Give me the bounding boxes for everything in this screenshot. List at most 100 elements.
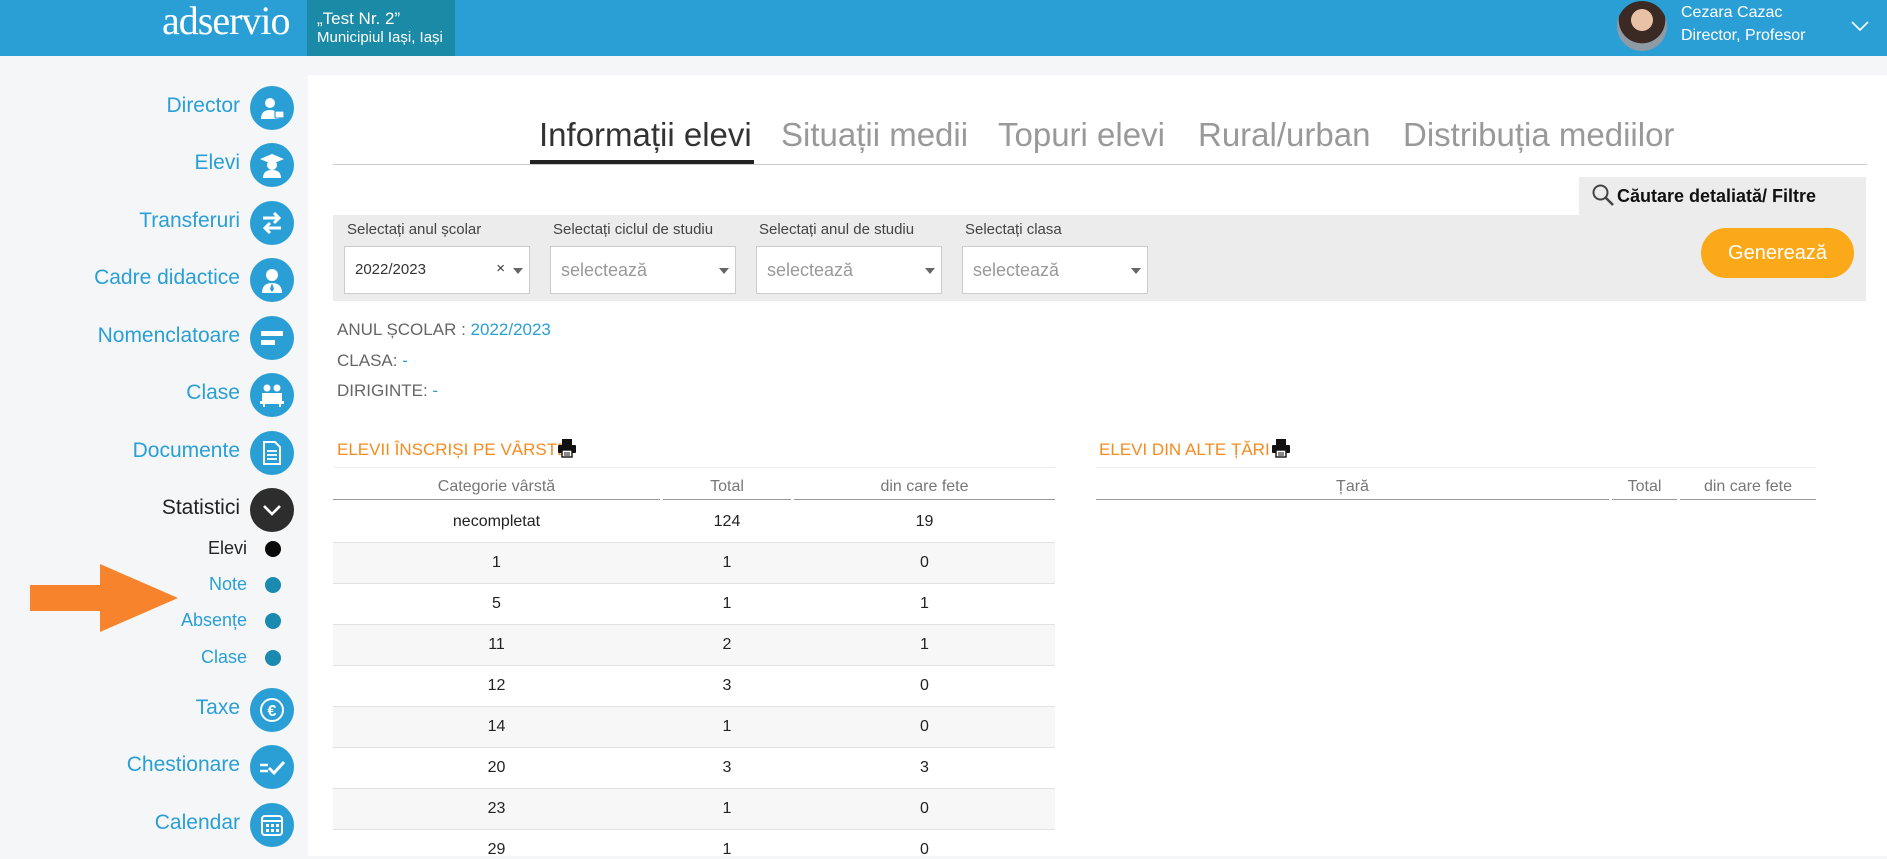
table-row: necompletat 124 19 bbox=[333, 502, 1055, 543]
avatar[interactable] bbox=[1617, 1, 1667, 51]
class-label: Selectați clasa bbox=[965, 221, 1062, 238]
sidebar-subitem-label: Elevi bbox=[207, 538, 247, 558]
sidebar-item-calendar[interactable]: Calendar bbox=[0, 801, 295, 849]
arrow-icon bbox=[30, 564, 178, 632]
cell-age: 1 bbox=[492, 554, 501, 571]
user-name[interactable]: Cezara Cazac bbox=[1681, 4, 1782, 22]
sidebar-item-label: Calendar bbox=[154, 811, 240, 834]
classroom-icon bbox=[250, 373, 294, 417]
sidebar-item-elevi[interactable]: Elevi bbox=[0, 141, 295, 189]
cell-girls: 0 bbox=[920, 841, 929, 858]
tab-situatii-medii[interactable]: Situații medii bbox=[781, 116, 968, 154]
graduate-icon bbox=[250, 143, 294, 187]
cell-total: 1 bbox=[722, 800, 732, 817]
study-cycle-placeholder: selectează bbox=[561, 260, 648, 280]
printer-icon[interactable] bbox=[557, 438, 577, 463]
caret-down-icon[interactable] bbox=[719, 268, 729, 274]
tab-informatii-elevi[interactable]: Informații elevi bbox=[539, 116, 752, 154]
cell-age: 12 bbox=[487, 677, 506, 694]
cell-age: 11 bbox=[488, 636, 505, 653]
calendar-icon bbox=[250, 803, 294, 847]
sidebar-subitem-elevi[interactable]: Elevi bbox=[0, 533, 295, 563]
col-header-girls: din care fete bbox=[1703, 478, 1793, 495]
caret-down-icon[interactable] bbox=[925, 268, 935, 274]
tab-distributia-mediilor[interactable]: Distribuția mediilor bbox=[1403, 116, 1674, 154]
info-class: CLASA: - bbox=[337, 351, 408, 371]
transfer-icon bbox=[250, 201, 294, 245]
foreign-table-title: ELEVI DIN ALTE ȚĂRI bbox=[1099, 440, 1270, 459]
cell-total: 1 bbox=[722, 554, 732, 571]
sidebar-item-director[interactable]: Director bbox=[0, 84, 295, 132]
printer-icon[interactable] bbox=[1271, 438, 1291, 463]
director-icon bbox=[250, 86, 294, 130]
table-row: 20 3 3 bbox=[333, 748, 1055, 789]
chevron-down-icon bbox=[250, 488, 294, 532]
sidebar-subitem-label: Note bbox=[208, 574, 247, 594]
cell-total: 3 bbox=[722, 759, 732, 776]
sidebar-subitem-clase[interactable]: Clase bbox=[0, 642, 295, 672]
study-year-select[interactable]: selectează bbox=[756, 246, 942, 294]
top-bar: adservio „Test Nr. 2” Municipiul Iași, I… bbox=[0, 0, 1887, 56]
document-icon bbox=[250, 431, 294, 475]
divider bbox=[333, 467, 1055, 468]
school-selector[interactable]: „Test Nr. 2” Municipiul Iași, Iași bbox=[307, 0, 455, 56]
user-role: Director, Profesor bbox=[1681, 27, 1806, 44]
sidebar-item-label: Director bbox=[166, 94, 240, 117]
sidebar-item-nomenclatoare[interactable]: Nomenclatoare bbox=[0, 314, 295, 362]
bullet-icon bbox=[265, 577, 281, 593]
sidebar-item-taxe[interactable]: Taxe € bbox=[0, 686, 295, 734]
class-select[interactable]: selectează bbox=[962, 246, 1148, 294]
clear-icon[interactable]: × bbox=[496, 260, 505, 277]
sidebar-item-label: Cadre didactice bbox=[94, 266, 240, 289]
sidebar-item-cadre-didactice[interactable]: Cadre didactice bbox=[0, 256, 295, 304]
tab-topuri-elevi[interactable]: Topuri elevi bbox=[998, 116, 1165, 154]
school-year-value: 2022/2023 bbox=[355, 261, 426, 278]
detailed-search-toggle[interactable]: Căutare detaliată/ Filtre bbox=[1579, 177, 1866, 215]
info-school-year-label: ANUL ȘCOLAR : bbox=[337, 320, 466, 339]
study-cycle-select[interactable]: selectează bbox=[550, 246, 736, 294]
adservio-logo[interactable]: adservio bbox=[162, 0, 302, 46]
table-row: 14 1 0 bbox=[333, 707, 1055, 748]
table-row: 12 3 0 bbox=[333, 666, 1055, 707]
study-year-label: Selectați anul de studiu bbox=[759, 221, 915, 238]
col-header-total: Total bbox=[1627, 478, 1662, 495]
divider bbox=[794, 499, 1055, 500]
checklist-icon bbox=[250, 745, 294, 789]
cell-total: 2 bbox=[722, 636, 732, 653]
cell-girls: 0 bbox=[920, 718, 929, 735]
info-head-teacher-value: - bbox=[432, 381, 439, 400]
search-icon bbox=[1591, 183, 1615, 212]
table-row: 23 1 0 bbox=[333, 789, 1055, 830]
tab-bar: Informații elevi Situații medii Topuri e… bbox=[333, 110, 1867, 165]
cell-total: 1 bbox=[722, 595, 732, 612]
tab-rural-urban[interactable]: Rural/urban bbox=[1198, 116, 1370, 154]
col-header-total: Total bbox=[710, 478, 744, 495]
cell-total: 124 bbox=[713, 513, 741, 530]
sidebar-item-statistici[interactable]: Statistici bbox=[0, 486, 295, 534]
school-year-select[interactable]: 2022/2023 × bbox=[344, 246, 530, 294]
bullet-icon bbox=[265, 613, 281, 629]
detailed-search-label: Căutare detaliată/ Filtre bbox=[1617, 186, 1817, 206]
col-header-girls: din care fete bbox=[880, 478, 969, 495]
info-school-year: ANUL ȘCOLAR : 2022/2023 bbox=[337, 320, 551, 340]
sidebar-item-transferuri[interactable]: Transferuri bbox=[0, 199, 295, 247]
sidebar-item-label: Chestionare bbox=[126, 753, 240, 776]
sidebar-item-clase[interactable]: Clase bbox=[0, 371, 295, 419]
sidebar-item-documente[interactable]: Documente bbox=[0, 429, 295, 477]
table-row: 1 1 0 bbox=[333, 543, 1055, 584]
caret-down-icon[interactable] bbox=[1131, 268, 1141, 274]
sidebar-item-label: Nomenclatoare bbox=[97, 324, 240, 347]
caret-down-icon[interactable] bbox=[513, 268, 523, 274]
sidebar-item-chestionare[interactable]: Chestionare bbox=[0, 743, 295, 791]
divider bbox=[1680, 499, 1816, 500]
info-class-label: CLASA: bbox=[337, 351, 398, 370]
chevron-down-icon[interactable] bbox=[1851, 15, 1869, 38]
divider bbox=[1096, 499, 1609, 500]
age-table-title: ELEVII ÎNSCRIȘI PE VÂRSTE bbox=[337, 440, 569, 459]
col-header-age: Categorie vârstă bbox=[437, 478, 556, 495]
generate-button[interactable]: Generează bbox=[1701, 228, 1854, 278]
study-year-placeholder: selectează bbox=[767, 260, 854, 280]
sidebar-subitem-label: Absențe bbox=[180, 610, 247, 630]
cell-age: 23 bbox=[487, 800, 506, 817]
divider bbox=[663, 499, 791, 500]
